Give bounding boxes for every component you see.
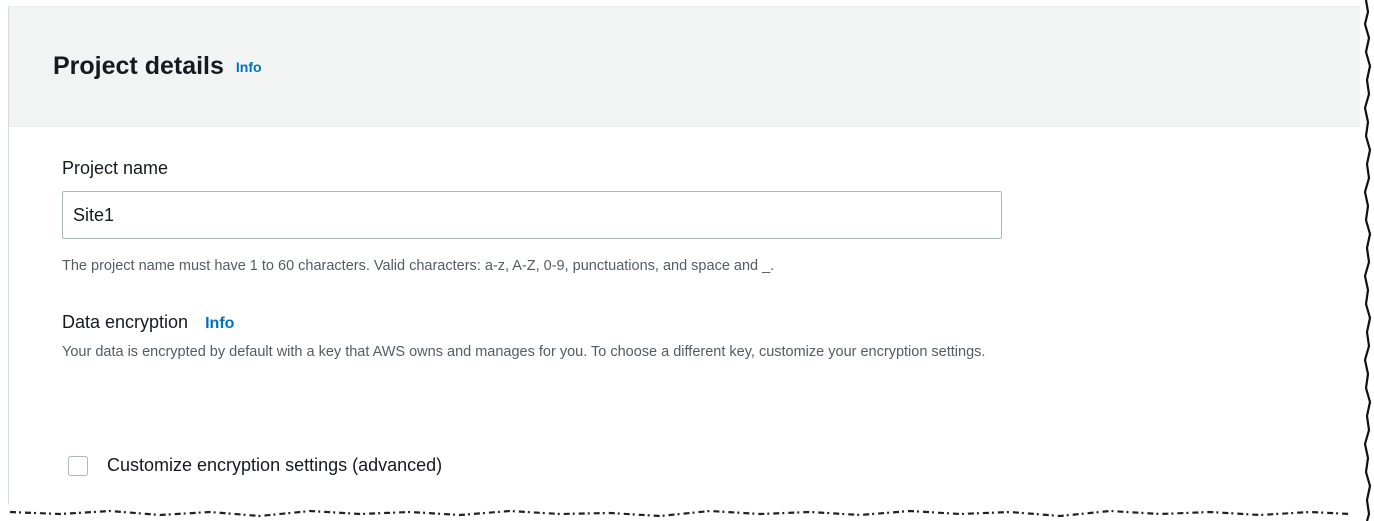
customize-encryption-checkbox-row[interactable]: Customize encryption settings (advanced) — [68, 455, 442, 476]
torn-edge-bottom — [9, 509, 1351, 518]
customize-encryption-label: Customize encryption settings (advanced) — [107, 455, 443, 475]
project-name-label: Project name — [62, 158, 169, 178]
project-name-hint: The project name must have 1 to 60 chara… — [62, 258, 775, 274]
data-encryption-description: Your data is encrypted by default with a… — [62, 344, 986, 360]
project-details-info-link[interactable]: Info — [236, 59, 262, 75]
customize-encryption-checkbox[interactable] — [68, 455, 88, 476]
data-encryption-info-link[interactable]: Info — [205, 315, 234, 332]
panel-title: Project details — [53, 52, 224, 80]
data-encryption-label-row: Data encryption Info — [62, 312, 234, 333]
data-encryption-label: Data encryption — [62, 312, 189, 332]
panel-header: Project details Info — [9, 7, 1360, 127]
project-details-panel: Project details Info Project name The pr… — [8, 6, 1360, 504]
torn-edge-right — [1363, 0, 1372, 521]
project-name-input[interactable] — [62, 191, 1002, 239]
